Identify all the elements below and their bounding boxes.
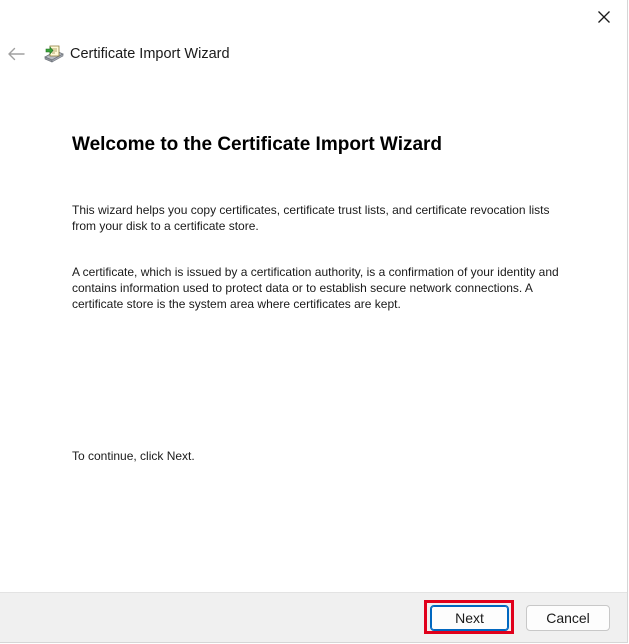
- intro-paragraph: This wizard helps you copy certificates,…: [72, 203, 550, 233]
- wizard-title: Certificate Import Wizard: [70, 46, 230, 62]
- certificate-icon: [44, 45, 64, 63]
- wizard-footer: Next Cancel: [0, 592, 627, 642]
- certificate-description: A certificate, which is issued by a cert…: [72, 265, 559, 311]
- close-icon: [598, 11, 610, 23]
- wizard-window: Certificate Import Wizard Welcome to the…: [0, 0, 628, 643]
- wizard-header: Certificate Import Wizard: [0, 38, 627, 72]
- wizard-content: Welcome to the Certificate Import Wizard: [72, 132, 572, 158]
- cancel-button[interactable]: Cancel: [526, 605, 610, 631]
- continue-instruction: To continue, click Next.: [72, 449, 195, 463]
- close-button[interactable]: [588, 4, 620, 30]
- next-button[interactable]: Next: [430, 605, 509, 631]
- back-button[interactable]: [4, 42, 28, 66]
- back-arrow-icon: [8, 47, 25, 61]
- page-heading: Welcome to the Certificate Import Wizard: [72, 134, 443, 155]
